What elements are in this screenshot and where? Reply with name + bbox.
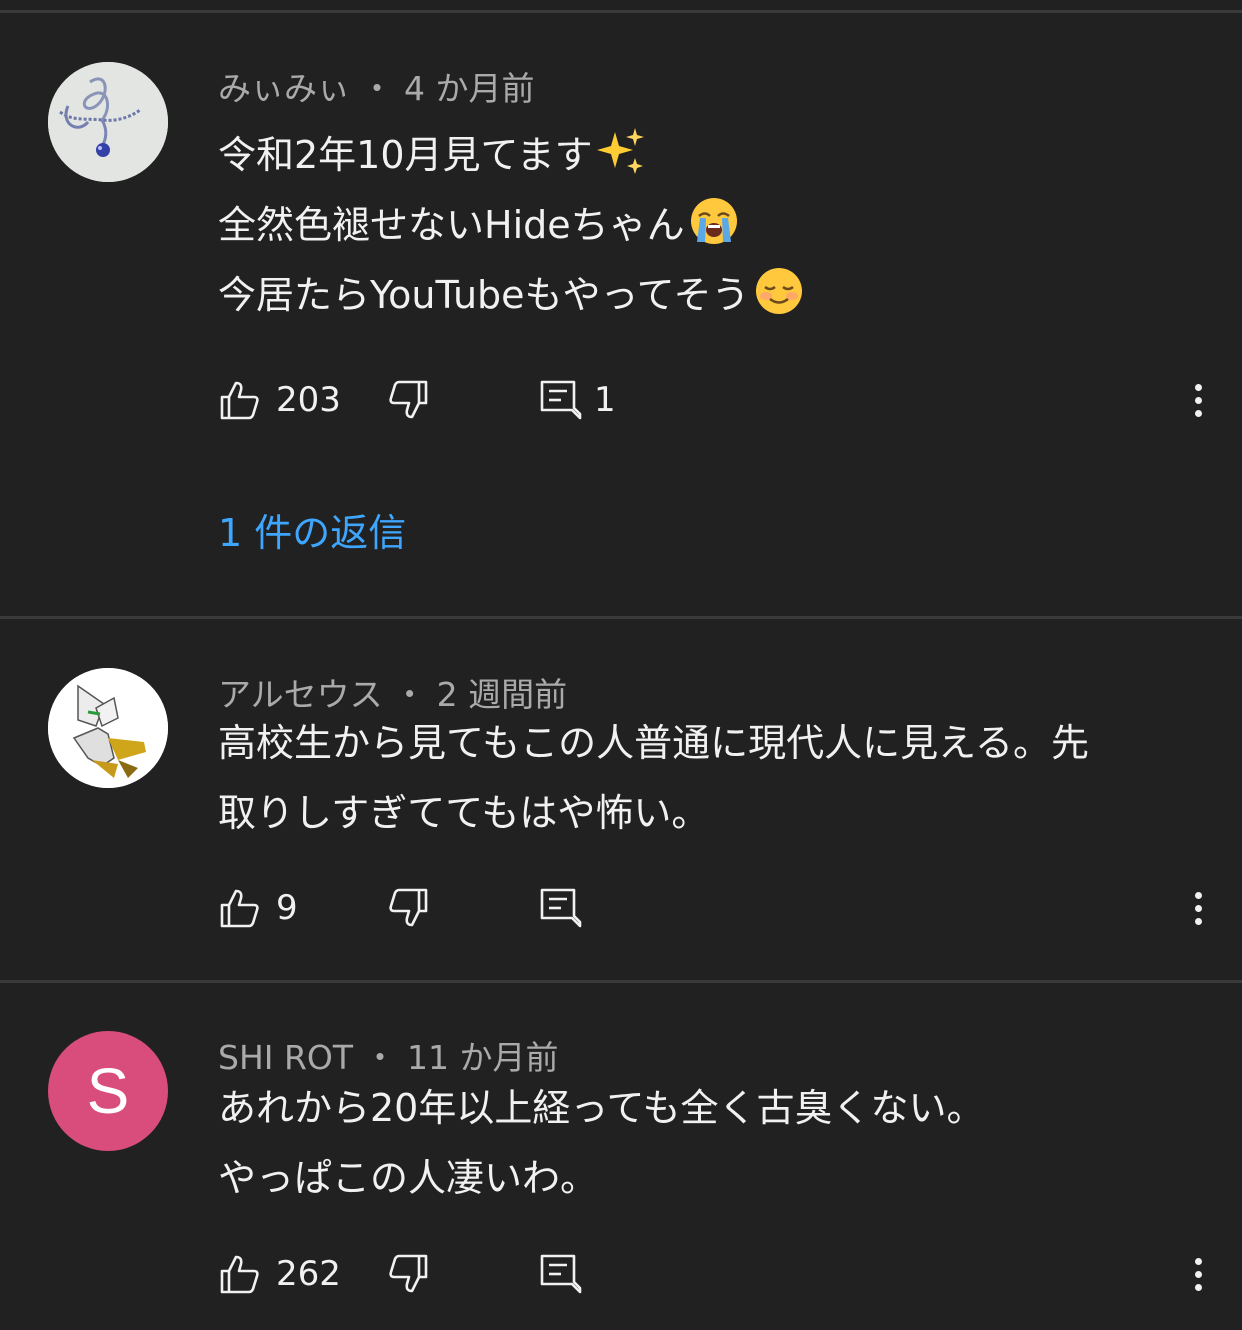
thumbs-down-icon[interactable]	[386, 886, 430, 930]
thumbs-up-icon[interactable]	[218, 886, 262, 930]
comment-actions: 262	[218, 1252, 1208, 1302]
timestamp[interactable]: 4 か月前	[404, 69, 535, 108]
like-count: 262	[276, 1254, 341, 1294]
thumbs-down-icon[interactable]	[386, 1252, 430, 1296]
comment-actions: 203 1	[218, 378, 1208, 428]
like-count: 203	[276, 380, 341, 420]
more-vert-icon[interactable]	[1188, 886, 1208, 930]
comment-line: やっぱこの人凄いわ。	[218, 1156, 599, 1200]
reply-icon[interactable]	[538, 378, 582, 422]
comment-line: 全然色褪せないHideちゃん	[218, 203, 685, 247]
comment-line: 令和2年10月見てます	[218, 133, 593, 177]
comment-meta: みぃみぃ ・ 4 か月前	[218, 62, 535, 110]
view-replies-link[interactable]: 1 件の返信	[218, 502, 406, 557]
comment-divider	[0, 980, 1242, 983]
loudly-crying-face-emoji	[690, 198, 737, 244]
thumbs-up-icon[interactable]	[218, 378, 262, 422]
author-name[interactable]: みぃみぃ	[218, 69, 350, 108]
comment-line: 今居たらYouTubeもやってそう	[218, 273, 750, 317]
more-vert-icon[interactable]	[1188, 1252, 1208, 1296]
like-count: 9	[276, 888, 298, 928]
comment-text: 高校生から見てもこの人普通に現代人に見える。先 取りしすぎててもはや怖い。	[218, 708, 1202, 848]
reply-count: 1	[594, 380, 616, 420]
timestamp[interactable]: 11 か月前	[407, 1038, 558, 1077]
reply-icon[interactable]	[538, 886, 582, 930]
avatar[interactable]: S	[48, 1031, 168, 1151]
avatar-image	[48, 668, 168, 788]
separator: ・	[363, 1038, 397, 1077]
sparkles-emoji	[596, 128, 644, 174]
top-divider	[0, 10, 1242, 13]
comment-actions: 9	[218, 886, 1208, 936]
comment-text: あれから20年以上経っても全く古臭くない。 やっぱこの人凄いわ。	[218, 1073, 1202, 1213]
thumbs-up-icon[interactable]	[218, 1252, 262, 1296]
separator: ・	[360, 69, 394, 108]
more-vert-icon[interactable]	[1188, 378, 1208, 422]
avatar-image	[48, 62, 168, 182]
avatar-letter: S	[86, 1055, 130, 1127]
avatar[interactable]	[48, 62, 168, 182]
reply-icon[interactable]	[538, 1252, 582, 1296]
comment-line: 高校生から見てもこの人普通に現代人に見える。先	[218, 721, 1089, 765]
comment-line: あれから20年以上経っても全く古臭くない。	[218, 1086, 985, 1130]
comment-meta: SHI ROT ・ 11 か月前	[218, 1031, 559, 1079]
avatar[interactable]	[48, 668, 168, 788]
comment-line: 取りしすぎててもはや怖い。	[218, 791, 710, 835]
author-name[interactable]: SHI ROT	[218, 1038, 353, 1077]
smiling-face-emoji	[755, 268, 802, 314]
thumbs-down-icon[interactable]	[386, 378, 430, 422]
comment-divider	[0, 616, 1242, 619]
comment-text: 令和2年10月見てます 全然色褪せないHideちゃん 今居たらYouTubeもや…	[218, 120, 1202, 330]
